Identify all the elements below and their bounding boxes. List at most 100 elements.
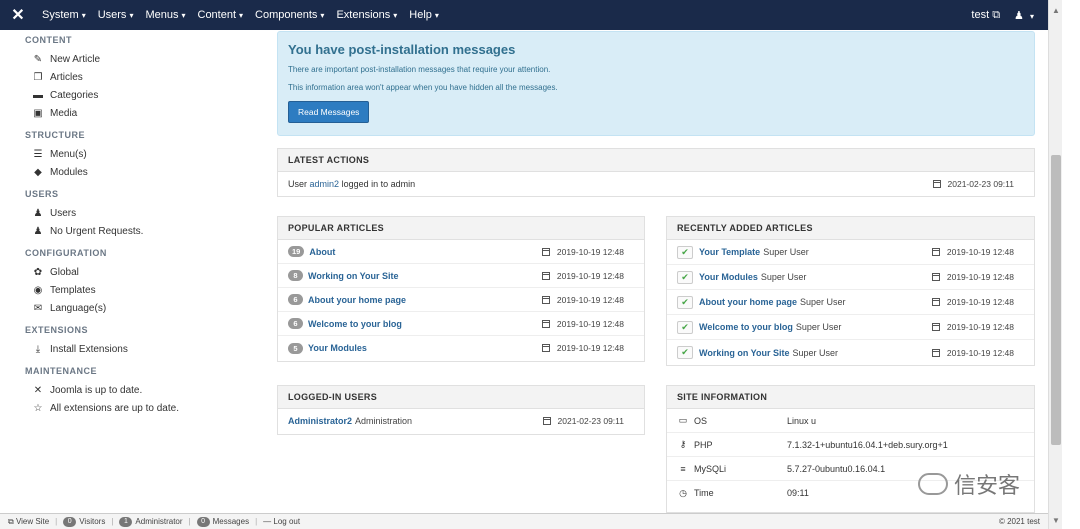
eye-icon: ◉ [33, 284, 43, 296]
scroll-up-arrow-icon[interactable]: ▲ [1052, 6, 1060, 15]
table-row: 6 About your home page 2019-10-19 12:48 [278, 288, 644, 312]
article-author: Super User [763, 247, 809, 257]
article-link[interactable]: Working on Your Site [699, 348, 790, 358]
published-check-icon[interactable]: ✔ [677, 295, 693, 309]
joomla-logo-icon[interactable]: ✕ [0, 0, 36, 30]
scroll-down-arrow-icon[interactable]: ▼ [1052, 516, 1060, 525]
download-icon: ⤓ [35, 343, 41, 355]
sidebar-item-modules[interactable]: ◆ Modules [25, 163, 265, 181]
menu-label: Components [255, 9, 318, 21]
calendar-icon [542, 417, 551, 425]
article-link[interactable]: Welcome to your blog [308, 319, 402, 329]
sidebar-item-users[interactable]: ♟ Users [25, 204, 265, 222]
sidebar-section-structure: STRUCTURE [25, 130, 85, 140]
sidebar-item-articles[interactable]: ❐ Articles [25, 68, 265, 86]
menu-users[interactable]: Users ▾ [92, 9, 140, 21]
article-date: 2019-10-19 12:48 [931, 297, 1014, 307]
published-check-icon[interactable]: ✔ [677, 245, 693, 259]
menu-label: Menus [145, 9, 179, 21]
date-value: 2019-10-19 12:48 [556, 270, 624, 281]
user-menu[interactable]: ♟ ▾ [1014, 9, 1034, 22]
article-link[interactable]: Your Modules [308, 343, 367, 353]
scrollbar-thumb[interactable] [1051, 155, 1061, 445]
page-scrollbar[interactable]: ▲ ▼ [1048, 0, 1062, 529]
read-messages-button[interactable]: Read Messages [288, 101, 370, 123]
logout-link[interactable]: — Log out [263, 517, 300, 526]
article-link[interactable]: About your home page [699, 297, 797, 307]
count-badge: 0 [63, 516, 77, 527]
copyright: © 2021 test [998, 517, 1040, 526]
sidebar-item-categories[interactable]: ▬ Categories [25, 86, 265, 104]
alert-line-1: There are important post-installation me… [288, 65, 551, 74]
table-row: ✔ About your home page Super User 2019-10-1… [667, 290, 1034, 315]
article-link[interactable]: Your Modules [699, 272, 758, 282]
date-value: 2019-10-19 12:48 [946, 297, 1014, 307]
sidebar-item-languages[interactable]: ✉ Language(s) [25, 299, 265, 317]
menu-components[interactable]: Components ▾ [249, 9, 330, 21]
article-link[interactable]: About [309, 247, 335, 257]
caret-down-icon: ▾ [1029, 11, 1034, 21]
divider: | [111, 517, 114, 526]
menu-menus[interactable]: Menus ▾ [139, 9, 191, 21]
sidebar-item-urgent-requests[interactable]: ♟ No Urgent Requests. [25, 222, 265, 240]
article-author: Super User [800, 297, 846, 307]
sidebar-section-content: CONTENT [25, 35, 72, 45]
caret-down-icon: ▾ [181, 11, 186, 20]
menu-label: System [42, 9, 79, 21]
calendar-icon [932, 180, 941, 188]
article-link[interactable]: Your Template [699, 247, 760, 257]
article-date: 2019-10-19 12:48 [541, 343, 624, 353]
sidebar-item-new-article[interactable]: ✎ New Article [25, 50, 265, 68]
action-user-link[interactable]: admin2 [310, 179, 340, 189]
count-badge: 1 [119, 516, 133, 527]
published-check-icon[interactable]: ✔ [677, 270, 693, 284]
alert-title: You have post-installation messages [288, 42, 516, 57]
messages-status[interactable]: 0 Messages [196, 516, 249, 527]
sidebar-item-media[interactable]: ▣ Media [25, 104, 265, 122]
sidebar-item-joomla-status[interactable]: ✕ Joomla is up to date. [25, 381, 265, 399]
top-navbar: ✕ System ▾ Users ▾ Menus ▾ Content ▾ Compone… [0, 0, 1048, 30]
info-key: OS [694, 415, 708, 426]
calendar-icon [931, 248, 940, 256]
article-date: 2019-10-19 12:48 [931, 347, 1014, 358]
menu-system[interactable]: System ▾ [36, 9, 92, 21]
user-link[interactable]: Administrator2 [288, 416, 352, 426]
sidebar-item-templates[interactable]: ◉ Templates [25, 281, 265, 299]
sidebar: CONTENT ✎ New Article ❐ Articles ▬ Categori… [25, 30, 265, 417]
folder-icon: ▬ [33, 89, 43, 101]
article-link[interactable]: About your home page [308, 295, 406, 305]
menu-extensions[interactable]: Extensions ▾ [330, 9, 403, 21]
article-date: 2019-10-19 12:48 [931, 322, 1014, 332]
user-icon: ♟ [1014, 9, 1024, 22]
menu-content[interactable]: Content ▾ [192, 9, 250, 21]
date-value: 2019-10-19 12:48 [946, 347, 1014, 358]
published-check-icon[interactable]: ✔ [677, 320, 693, 334]
view-site-link[interactable]: ⧉ View Site [8, 517, 49, 527]
action-suffix: logged in to admin [341, 179, 416, 189]
hits-badge: 8 [288, 270, 303, 281]
menu-label: Content [197, 9, 237, 21]
users-icon: ♟ [33, 225, 43, 237]
sidebar-item-extensions-status[interactable]: ☆ All extensions are up to date. [25, 399, 265, 417]
joomla-icon: ✕ [33, 384, 43, 396]
sidebar-item-install-extensions[interactable]: ⤓ Install Extensions [25, 340, 265, 358]
administrator-label: Administrator [135, 517, 183, 526]
published-check-icon[interactable]: ✔ [677, 346, 693, 359]
sidebar-item-menus[interactable]: ☰ Menu(s) [25, 145, 265, 163]
sidebar-section-users: USERS [25, 189, 59, 199]
article-link[interactable]: Working on Your Site [308, 271, 399, 281]
menu-help[interactable]: Help ▾ [403, 9, 445, 21]
sidebar-item-label: All extensions are up to date. [50, 402, 179, 414]
site-link[interactable]: test ⧉ [971, 9, 1000, 22]
table-row: 5 Your Modules 2019-10-19 12:48 [278, 336, 644, 360]
info-value: 09:11 [787, 488, 809, 498]
menu-label: Users [97, 9, 127, 21]
info-key: PHP [694, 439, 713, 450]
caret-down-icon: ▾ [320, 11, 325, 20]
calendar-icon [931, 348, 940, 357]
caret-down-icon: ▾ [393, 11, 398, 20]
sidebar-item-global[interactable]: ✿ Global [25, 263, 265, 281]
sidebar-item-label: No Urgent Requests. [50, 225, 144, 237]
article-link[interactable]: Welcome to your blog [699, 322, 793, 332]
minus-icon: — [263, 517, 272, 526]
